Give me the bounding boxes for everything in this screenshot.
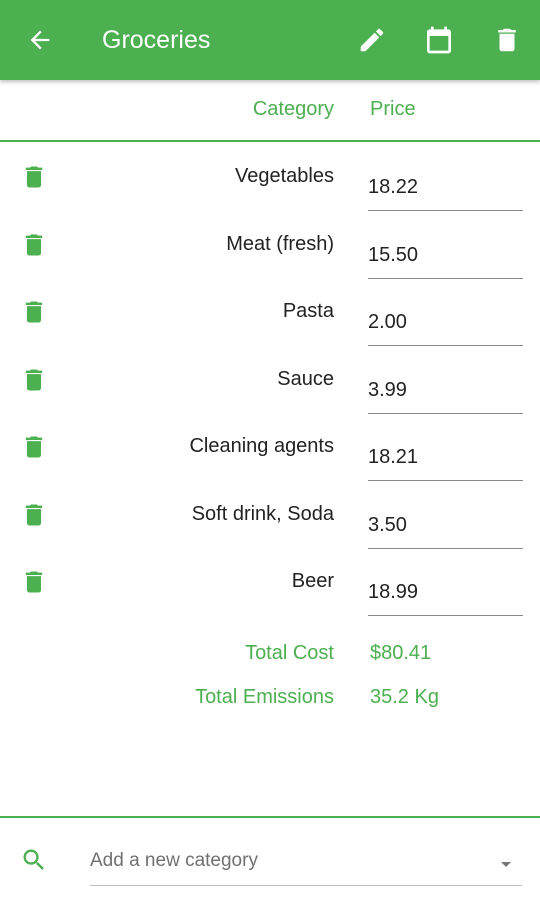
price-input[interactable] (368, 220, 523, 279)
trash-icon (25, 436, 43, 458)
page-title: Groceries (102, 26, 211, 54)
category-label: Vegetables (235, 165, 334, 187)
price-input[interactable] (368, 288, 523, 346)
trash-icon (25, 166, 43, 188)
add-category-input[interactable] (90, 836, 522, 886)
pencil-icon (360, 28, 384, 52)
category-label: Sauce (277, 367, 334, 390)
total-cost-value: $80.41 (370, 642, 432, 664)
delete-row-button[interactable] (20, 298, 48, 326)
expense-list: Vegetables Meat (fresh) Pasta Sauce Clea… (0, 143, 540, 616)
trash-icon (498, 28, 516, 52)
list-item: Sauce (0, 346, 540, 414)
delete-list-button[interactable] (489, 22, 525, 58)
price-input[interactable] (368, 355, 523, 414)
total-cost-row: Total Cost $80.41 (0, 638, 540, 682)
list-item: Meat (fresh) (0, 211, 540, 279)
price-header: Price (370, 98, 416, 120)
price-input[interactable] (368, 423, 523, 481)
delete-row-button[interactable] (20, 231, 48, 259)
total-emissions-row: Total Emissions 35.2 Kg (0, 682, 540, 726)
list-item: Soft drink, Soda (0, 481, 540, 549)
price-input[interactable] (368, 153, 523, 211)
delete-row-button[interactable] (20, 501, 48, 529)
delete-row-button[interactable] (20, 366, 48, 394)
app-bar: Groceries (0, 0, 540, 80)
trash-icon (25, 369, 43, 390)
search-icon (23, 849, 44, 870)
category-label: Meat (fresh) (226, 232, 334, 255)
total-emissions-label: Total Emissions (195, 686, 334, 708)
list-item: Cleaning agents (0, 413, 540, 481)
arrow-back-icon (30, 30, 50, 50)
category-header: Category (252, 98, 334, 120)
back-button[interactable] (22, 22, 58, 58)
category-label: Pasta (282, 300, 334, 322)
total-cost-label: Total Cost (245, 642, 334, 664)
list-item: Vegetables (0, 143, 540, 211)
category-dropdown-button[interactable] (494, 852, 518, 876)
calendar-icon (427, 26, 451, 54)
trash-icon (25, 571, 43, 593)
delete-row-button[interactable] (20, 163, 48, 191)
category-label: Cleaning agents (189, 435, 334, 457)
delete-row-button[interactable] (20, 568, 48, 596)
category-label: Soft drink, Soda (191, 502, 334, 525)
category-label: Beer (291, 570, 334, 592)
trash-icon (25, 234, 43, 255)
dropdown-arrow-icon (501, 862, 511, 867)
totals-section: Total Cost $80.41 Total Emissions 35.2 K… (0, 638, 540, 726)
table-header: Category Price (0, 80, 540, 142)
add-category-bar (0, 816, 540, 900)
delete-row-button[interactable] (20, 433, 48, 461)
total-emissions-value: 35.2 Kg (370, 686, 439, 708)
trash-icon (25, 301, 43, 323)
price-input[interactable] (368, 490, 523, 549)
edit-button[interactable] (354, 22, 390, 58)
calendar-button[interactable] (421, 22, 457, 58)
list-item: Pasta (0, 278, 540, 346)
price-input[interactable] (368, 558, 523, 616)
list-item: Beer (0, 548, 540, 616)
trash-icon (25, 504, 43, 525)
